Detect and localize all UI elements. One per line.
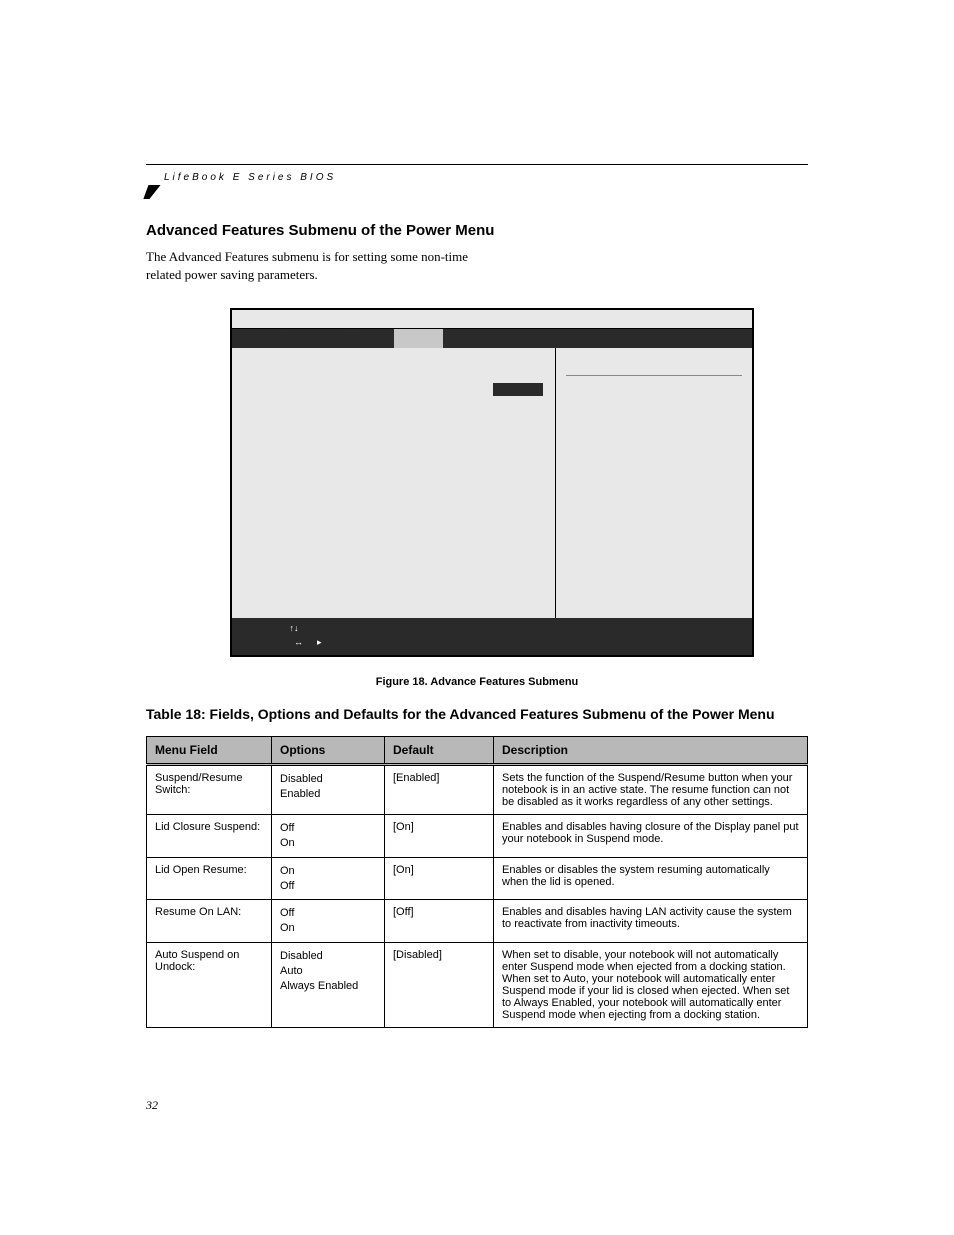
cell-options: DisabledEnabled: [272, 765, 385, 815]
table-row: Lid Closure Suspend:OffOn[On]Enables and…: [147, 815, 808, 858]
bios-fields-panel: Advanced Features Suspend/Resume Switch:…: [232, 348, 556, 618]
bios-subtitle: Advanced Features: [244, 358, 543, 369]
option-value: Off: [280, 906, 376, 921]
cell-default: [Off]: [385, 900, 494, 943]
bios-key-save: F10 Save and Exit: [336, 636, 410, 650]
option-value: Off: [280, 821, 376, 836]
submenu-arrow-icon: ▸: [317, 637, 322, 647]
col-default: Default: [385, 737, 494, 765]
bios-field-row: Lid Open Resume: [On]: [244, 413, 543, 428]
bios-footer: F1 Help ↑↓ -/Space Change Values F9 Setu…: [232, 618, 752, 655]
bios-field-label: Suspend/Resume Switch:: [244, 383, 359, 396]
bios-menu-info: Info: [483, 329, 520, 348]
cell-field: Auto Suspend on Undock:: [147, 943, 272, 1028]
option-value: Disabled: [280, 772, 376, 787]
header-rule: [146, 164, 808, 165]
col-description: Description: [494, 737, 808, 765]
intro-paragraph: The Advanced Features submenu is for set…: [146, 248, 506, 283]
col-options: Options: [272, 737, 385, 765]
document-page: LifeBook E Series BIOS Advanced Features…: [0, 0, 954, 1235]
cell-field: Lid Closure Suspend:: [147, 815, 272, 858]
bios-body: Advanced Features Suspend/Resume Switch:…: [232, 348, 752, 618]
table-row: Auto Suspend on Undock:DisabledAutoAlway…: [147, 943, 808, 1028]
bios-key-help: F1 Help: [244, 622, 276, 636]
option-value: Auto: [280, 964, 376, 979]
table-row: Resume On LAN:OffOn[Off]Enables and disa…: [147, 900, 808, 943]
bios-key-submenu: ▸: [317, 636, 322, 650]
bios-help-head: Item Specific Help: [566, 358, 742, 376]
col-menu-field: Menu Field: [147, 737, 272, 765]
table-row: Suspend/Resume Switch:DisabledEnabled[En…: [147, 765, 808, 815]
option-value: Disabled: [280, 949, 376, 964]
table-title: Table 18: Fields, Options and Defaults f…: [146, 706, 808, 722]
bios-field-row: Suspend/Resume Switch: [Enabled]: [244, 381, 543, 398]
cell-description: Enables or disables the system resuming …: [494, 857, 808, 900]
cell-default: [Enabled]: [385, 765, 494, 815]
running-header: LifeBook E Series BIOS: [164, 172, 336, 183]
option-value: On: [280, 836, 376, 851]
bios-menu-bar: Main Advanced Security Power Boot Info E…: [232, 329, 752, 348]
bios-field-row: Auto Suspend on Undock: [Disabled]: [244, 443, 543, 458]
cell-default: [On]: [385, 857, 494, 900]
bios-field-label: Auto Suspend on Undock:: [244, 445, 360, 456]
bios-field-label: Lid Open Resume:: [244, 415, 327, 426]
cell-field: Resume On LAN:: [147, 900, 272, 943]
cell-options: DisabledAutoAlways Enabled: [272, 943, 385, 1028]
leftright-arrows-icon: ↔: [294, 637, 303, 647]
bios-key-leftright: ↔: [294, 636, 303, 650]
cell-description: Enables and disables having LAN activity…: [494, 900, 808, 943]
bios-key-exit: ESC Exit: [244, 636, 280, 650]
section-heading: Advanced Features Submenu of the Power M…: [146, 222, 494, 239]
bios-title: PhoenixBIOS Setup Utility: [232, 310, 752, 329]
bios-screenshot: PhoenixBIOS Setup Utility Main Advanced …: [230, 308, 754, 657]
cell-field: Suspend/Resume Switch:: [147, 765, 272, 815]
bios-key-updown: ↑↓: [290, 622, 299, 636]
bios-field-row: Resume On LAN: [Off]: [244, 428, 543, 443]
tab-mark-icon: [143, 185, 160, 199]
bios-help-body: Configures the Suspend/Resume switch.: [566, 396, 742, 418]
option-value: Enabled: [280, 787, 376, 802]
cell-description: Enables and disables having closure of t…: [494, 815, 808, 858]
option-value: On: [280, 921, 376, 936]
figure-caption: Figure 18. Advance Features Submenu: [0, 676, 954, 688]
bios-menu-security: Security: [338, 329, 394, 348]
option-value: On: [280, 864, 376, 879]
bios-field-value: [On]: [524, 400, 543, 411]
cell-options: OffOn: [272, 900, 385, 943]
bios-menu-advanced: Advanced: [274, 329, 338, 348]
bios-menu-main: Main: [232, 329, 274, 348]
updown-arrows-icon: ↑↓: [290, 623, 299, 633]
bios-key-change: -/Space Change Values: [313, 622, 407, 636]
fields-table: Menu Field Options Default Description S…: [146, 736, 808, 1028]
bios-field-label: Resume On LAN:: [244, 430, 322, 441]
cell-default: [On]: [385, 815, 494, 858]
bios-field-value: [Disabled]: [499, 445, 543, 456]
bios-menu-boot: Boot: [443, 329, 484, 348]
bios-menu-power: Power: [394, 329, 442, 348]
bios-field-value: [On]: [524, 415, 543, 426]
cell-default: [Disabled]: [385, 943, 494, 1028]
bios-field-label: Lid Closure Suspend:: [244, 400, 340, 411]
bios-footer-row: ESC Exit ↔ ▸ F10 Save and Exit: [244, 636, 740, 650]
cell-description: Sets the function of the Suspend/Resume …: [494, 765, 808, 815]
cell-options: OnOff: [272, 857, 385, 900]
table-body: Suspend/Resume Switch:DisabledEnabled[En…: [147, 765, 808, 1028]
option-value: Off: [280, 879, 376, 894]
bios-field-row: Lid Closure Suspend: [On]: [244, 398, 543, 413]
bios-help-panel: Item Specific Help Configures the Suspen…: [556, 348, 752, 618]
cell-options: OffOn: [272, 815, 385, 858]
option-value: Always Enabled: [280, 979, 376, 994]
bios-key-defaults: F9 Setup Defaults: [421, 622, 493, 636]
page-number: 32: [146, 1098, 158, 1113]
cell-field: Lid Open Resume:: [147, 857, 272, 900]
table-header-row: Menu Field Options Default Description: [147, 737, 808, 765]
bios-footer-row: F1 Help ↑↓ -/Space Change Values F9 Setu…: [244, 622, 740, 636]
bios-menu-exit: Exit: [520, 329, 557, 348]
cell-description: When set to disable, your notebook will …: [494, 943, 808, 1028]
table-row: Lid Open Resume:OnOff[On]Enables or disa…: [147, 857, 808, 900]
bios-field-value: [Enabled]: [493, 383, 543, 396]
bios-field-value: [Off]: [524, 430, 543, 441]
